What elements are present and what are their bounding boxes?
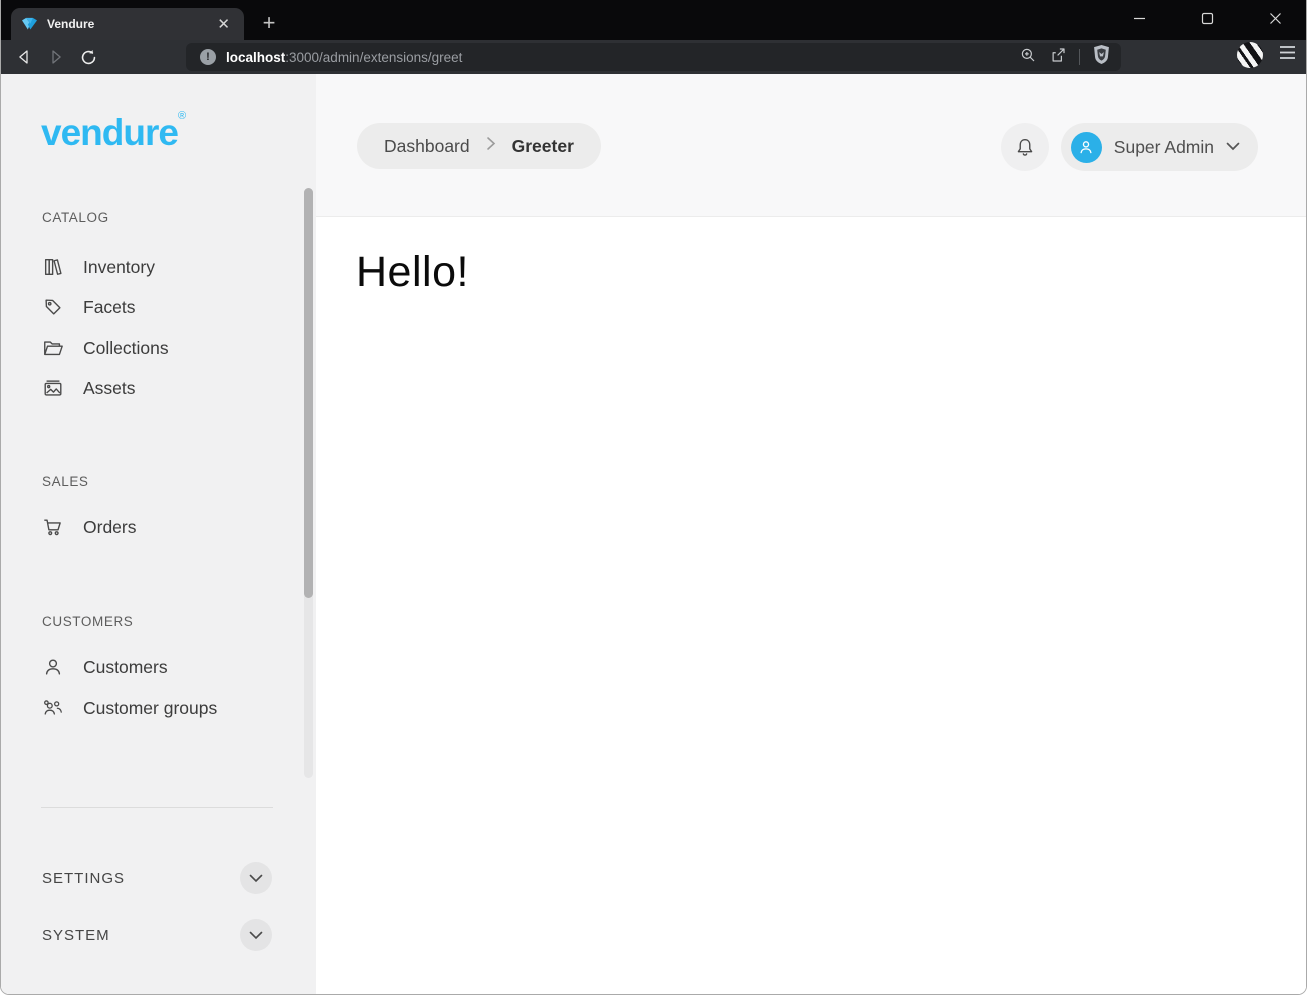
brave-shield-icon[interactable] bbox=[1092, 44, 1111, 70]
user-icon bbox=[42, 656, 64, 678]
site-info-icon[interactable]: ! bbox=[200, 49, 216, 65]
address-bar-divider bbox=[1079, 49, 1080, 65]
section-label-catalog: CATALOG bbox=[42, 210, 109, 225]
url-text[interactable]: localhost:3000/admin/extensions/greet bbox=[226, 50, 462, 65]
folder-icon bbox=[42, 337, 64, 359]
sidebar-scrollbar-thumb[interactable] bbox=[304, 188, 313, 598]
user-name: Super Admin bbox=[1114, 137, 1214, 158]
sidebar-item-assets[interactable]: Assets bbox=[42, 375, 136, 401]
chevron-down-icon[interactable] bbox=[240, 862, 272, 894]
url-host: localhost bbox=[226, 50, 285, 65]
menu-icon[interactable] bbox=[1279, 45, 1296, 65]
vendure-logo-icon bbox=[21, 17, 38, 32]
tab-title: Vendure bbox=[47, 17, 213, 31]
url-path: :3000/admin/extensions/greet bbox=[285, 50, 462, 65]
image-icon bbox=[42, 377, 64, 399]
sidebar-item-label: Inventory bbox=[83, 257, 155, 278]
sidebar-item-label: Customers bbox=[83, 657, 168, 678]
sidebar-item-collections[interactable]: Collections bbox=[42, 335, 169, 361]
reload-icon[interactable] bbox=[73, 43, 103, 71]
collapse-label: SETTINGS bbox=[42, 870, 125, 887]
sidebar-item-label: Facets bbox=[83, 297, 136, 318]
breadcrumb-greeter: Greeter bbox=[512, 136, 574, 157]
forward-icon[interactable] bbox=[41, 43, 71, 71]
back-icon[interactable] bbox=[9, 43, 39, 71]
share-icon[interactable] bbox=[1049, 46, 1067, 69]
sidebar-item-facets[interactable]: Facets bbox=[42, 294, 136, 320]
user-avatar-icon bbox=[1071, 132, 1102, 163]
sidebar-scrollbar[interactable] bbox=[304, 188, 313, 778]
vendure-logo[interactable]: vendure® bbox=[41, 110, 186, 154]
window-controls bbox=[1116, 0, 1298, 36]
breadcrumb: Dashboard Greeter bbox=[357, 123, 601, 169]
chevron-down-icon bbox=[1226, 138, 1240, 156]
browser-window: Vendure ✕ + bbox=[0, 0, 1307, 995]
sidebar-item-label: Collections bbox=[83, 338, 169, 359]
tag-icon bbox=[42, 296, 64, 318]
users-icon bbox=[42, 697, 64, 719]
sidebar-item-customers[interactable]: Customers bbox=[42, 654, 168, 680]
profile-avatar-icon[interactable] bbox=[1237, 42, 1263, 68]
minimize-icon[interactable] bbox=[1116, 3, 1162, 33]
main-area: Dashboard Greeter bbox=[316, 74, 1307, 995]
sidebar-section-settings[interactable]: SETTINGS bbox=[1, 854, 316, 902]
collapse-label: SYSTEM bbox=[42, 927, 110, 944]
chevron-down-icon[interactable] bbox=[240, 919, 272, 951]
chevron-right-icon bbox=[486, 136, 496, 156]
cart-icon bbox=[42, 516, 64, 538]
page-header: Dashboard Greeter bbox=[316, 74, 1307, 217]
sidebar-item-label: Assets bbox=[83, 378, 136, 399]
greeting-heading: Hello! bbox=[356, 248, 1307, 297]
user-menu[interactable]: Super Admin bbox=[1061, 123, 1258, 171]
zoom-icon[interactable] bbox=[1019, 46, 1037, 69]
library-icon bbox=[42, 256, 64, 278]
new-tab-button[interactable]: + bbox=[255, 9, 283, 37]
sidebar: vendure® CATALOG Inventory bbox=[1, 74, 316, 995]
registered-mark: ® bbox=[178, 110, 186, 122]
sidebar-section-system[interactable]: SYSTEM bbox=[1, 911, 316, 959]
sidebar-item-label: Customer groups bbox=[83, 698, 217, 719]
section-label-customers: CUSTOMERS bbox=[42, 614, 133, 629]
section-label-sales: SALES bbox=[42, 474, 89, 489]
close-icon[interactable] bbox=[1252, 3, 1298, 33]
tab-strip: Vendure ✕ + bbox=[1, 0, 1306, 40]
sidebar-item-label: Orders bbox=[83, 517, 136, 538]
address-bar[interactable]: ! localhost:3000/admin/extensions/greet bbox=[186, 43, 1121, 71]
sidebar-item-inventory[interactable]: Inventory bbox=[42, 254, 155, 280]
maximize-icon[interactable] bbox=[1184, 3, 1230, 33]
tab-close-icon[interactable]: ✕ bbox=[213, 15, 234, 34]
notifications-button[interactable] bbox=[1001, 123, 1049, 171]
page-content: Hello! bbox=[316, 218, 1307, 995]
breadcrumb-dashboard[interactable]: Dashboard bbox=[384, 136, 470, 157]
vendure-admin-app: vendure® CATALOG Inventory bbox=[1, 74, 1307, 995]
bell-icon bbox=[1014, 136, 1036, 159]
sidebar-item-customer-groups[interactable]: Customer groups bbox=[42, 695, 217, 721]
sidebar-divider bbox=[41, 807, 273, 808]
browser-tab[interactable]: Vendure ✕ bbox=[11, 8, 244, 40]
sidebar-item-orders[interactable]: Orders bbox=[42, 514, 136, 540]
